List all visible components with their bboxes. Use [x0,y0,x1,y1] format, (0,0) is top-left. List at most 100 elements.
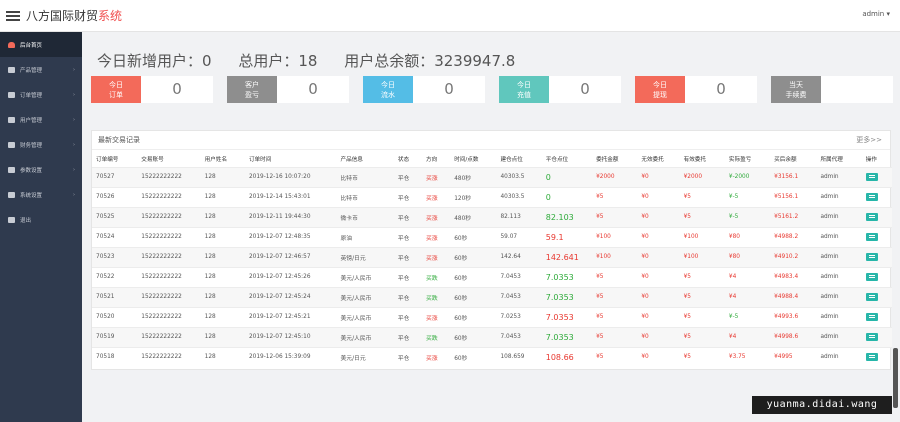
table-cell: 59.07 [496,226,542,247]
stat-card-tag: 今日 提现 [635,76,685,103]
sidebar-item-label: 用户管理 [20,117,43,124]
panel-title: 最新交易记录 [98,136,140,144]
table-cell: 480秒 [450,206,497,227]
view-detail-icon[interactable] [865,213,878,221]
sidebar-item-5[interactable]: 财务管理 › [0,132,82,157]
table-cell: admin [816,206,862,227]
stat-card: 今日 充值 0 [499,76,621,103]
action-cell [861,166,892,187]
sidebar-item-6[interactable]: 参数设置 › [0,157,82,182]
table-cell: ¥5 [679,286,725,307]
view-detail-icon[interactable] [865,293,878,301]
view-detail-icon[interactable] [865,173,878,181]
stat-card-tag: 今日 流水 [363,76,413,103]
sidebar-item-1[interactable]: 后台首页 [0,32,82,57]
view-detail-icon[interactable] [865,353,878,362]
table-cell: 2019-12-14 15:43:01 [244,186,337,207]
table-cell: 15222222222 [137,206,201,227]
view-detail-icon[interactable] [865,193,878,201]
table-cell: ¥3.75 [724,346,771,367]
table-cell: 平仓 [393,286,423,307]
table-cell: 40303.5 [496,166,542,187]
table-cell: ¥-5 [724,186,771,207]
stat-card-label-line1: 今日 [517,80,531,89]
table-cell: ¥0 [637,246,680,267]
table-cell: admin [816,226,862,247]
table-cell: 128 [200,206,245,227]
view-detail-icon[interactable] [865,313,878,321]
table-cell: 2019-12-07 12:45:26 [244,266,337,287]
view-detail-icon[interactable] [865,333,878,341]
table-cell: 120秒 [450,186,497,207]
sidebar-item-label: 退出 [20,217,32,224]
table-cell: 平仓 [393,306,423,327]
finance-icon [8,141,15,148]
table-cell: 7.0353 [541,306,593,327]
table-cell: 60秒 [450,346,497,367]
product-icon [8,66,15,73]
table-row: 70518 15222222222 128 2019-12-06 15:39:09 美元… [92,346,892,367]
column-header: 订单编号 [96,156,119,163]
table-cell: 7.0353 [541,326,593,347]
table-cell: ¥4 [724,286,771,307]
table-cell: admin [816,286,862,307]
action-cell [861,246,892,267]
table-cell: ¥100 [592,226,638,247]
admin-menu[interactable]: admin ▾ [862,10,890,18]
table-cell: 60秒 [450,266,497,287]
table-cell: 买涨 [422,246,451,267]
view-detail-icon[interactable] [865,253,878,261]
table-cell: 买跌 [422,286,451,307]
table-row: 70526 15222222222 128 2019-12-14 15:43:01 比特… [92,186,892,207]
table-cell: 微卡币 [336,206,394,227]
sidebar-item-7[interactable]: 系统设置 › [0,182,82,207]
table-cell: ¥80 [724,226,771,247]
table-cell: 买涨 [422,306,451,327]
table-cell: 128 [200,306,245,327]
brand-title: 八方国际财贸系统 [26,7,122,24]
table-cell: 平仓 [393,266,423,287]
sidebar-item-2[interactable]: 产品管理 › [0,57,82,82]
table-cell: 0 [541,186,593,207]
sidebar-item-label: 订单管理 [20,92,43,99]
view-detail-icon[interactable] [865,273,878,281]
stat-total-users: 总用户：18 [238,52,318,70]
table-cell: 平仓 [393,206,423,227]
table-cell: ¥100 [679,246,725,267]
stat-card: 当天 手续费 [771,76,893,103]
scrollbar-thumb[interactable] [893,348,898,408]
table-cell: 128 [200,266,245,287]
column-header: 交易账号 [141,156,164,163]
table-cell: ¥5 [679,186,725,207]
sidebar-item-4[interactable]: 用户管理 › [0,107,82,132]
table-cell: ¥0 [637,206,680,227]
table-cell: 7.0453 [496,326,542,347]
table-row: 70523 15222222222 128 2019-12-07 12:46:57 英镑… [92,246,892,267]
table-cell: 82.103 [541,206,593,227]
table-row: 70527 15222222222 128 2019-12-16 10:07:20 比特… [92,166,892,187]
table-cell: 15222222222 [137,326,201,347]
recent-trades-panel: 最新交易记录 更多>> 订单编号 交易账号 用户姓名 订单时间 产品信息 状态 方向 时间/点… [91,130,892,370]
settings-icon [8,166,15,173]
more-link[interactable]: 更多>> [856,135,882,145]
order-icon [8,91,15,98]
sidebar-item-3[interactable]: 订单管理 › [0,82,82,107]
table-cell: 128 [200,326,245,347]
table-cell: 2019-12-07 12:45:24 [244,286,337,307]
sidebar-item-8[interactable]: 退出 [0,207,82,232]
table-cell: 70523 [92,246,138,267]
table-cell: ¥3156.1 [770,166,817,187]
table-cell: ¥-5 [724,306,771,327]
stat-card-value: 0 [172,80,182,98]
stat-card: 今日 流水 0 [363,76,485,103]
stat-card-tag: 当天 手续费 [771,76,821,103]
action-cell [861,266,892,287]
table-cell: ¥5 [592,186,638,207]
table-cell: 比特币 [336,166,394,187]
sidebar-item-label: 后台首页 [20,42,43,49]
table-cell: 70524 [92,226,138,247]
menu-toggle-icon[interactable] [6,9,20,23]
stat-total-balance: 用户总余额：3239947.8 [344,52,516,70]
view-detail-icon[interactable] [865,233,878,241]
table-cell: 142.641 [541,246,593,267]
